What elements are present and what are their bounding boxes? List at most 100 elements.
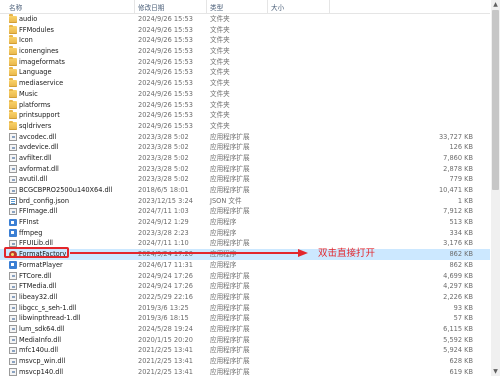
file-date: 2024/9/26 15:53 [138,79,193,88]
dll-icon [9,143,17,152]
file-size: 7,912 KB [443,207,473,216]
file-type: 应用程序扩展 [210,292,250,301]
file-row[interactable]: avformat.dll 2023/3/28 5:02 应用程序扩展 2,878 KB [0,164,490,175]
file-row[interactable]: libwinpthread-1.dll 2019/3/6 18:15 应用程序扩展 5… [0,313,490,324]
file-type: 文件夹 [210,68,230,77]
file-row[interactable]: libeay32.dll 2022/5/29 22:16 应用程序扩展 2,226 K… [0,292,490,303]
folder-row[interactable]: Language 2024/9/26 15:53 文件夹 [0,67,490,78]
column-divider[interactable] [206,0,207,13]
file-row[interactable]: libgcc_s_seh-1.dll 2019/3/6 13:25 应用程序扩展 93… [0,303,490,314]
column-divider[interactable] [134,0,135,13]
file-row[interactable]: brd_config.json 2023/12/15 3:24 JSON 文件 1 K… [0,196,490,207]
file-type: JSON 文件 [210,196,242,205]
exe-icon [9,261,17,269]
file-name: audio [19,15,38,23]
dll-icon [9,207,17,216]
file-date: 2023/3/28 5:02 [138,175,189,184]
file-name: Language [19,68,52,77]
file-name: msvcp140.dll [19,367,64,376]
folder-row[interactable]: sqldrivers 2024/9/26 15:53 文件夹 [0,120,490,132]
file-name: FFModules [19,25,54,34]
file-date: 2024/7/11 1:10 [138,239,189,248]
file-size: 513 KB [449,218,473,227]
file-date: 2024/9/26 15:53 [138,89,193,98]
file-row[interactable]: msvcp140.dll 2021/2/25 13:41 应用程序扩展 619 KB [0,367,490,377]
file-name: avfilter.dll [19,153,52,162]
file-row[interactable]: avcodec.dll 2023/3/28 5:02 应用程序扩展 33,727 KB [0,132,490,143]
file-date: 2021/2/25 13:41 [138,357,193,365]
folder-row[interactable]: imageformats 2024/9/26 15:53 文件夹 [0,56,490,68]
file-date: 2024/9/26 15:53 [138,68,193,77]
column-header-type[interactable]: 类型 [210,2,223,12]
dll-icon [9,282,17,291]
column-header-name[interactable]: 名称 [9,2,22,12]
file-size: 862 KB [449,250,473,259]
file-row[interactable]: FormatFactory 2024/9/24 17:20 应用程序 862 KB [0,249,490,260]
scrollbar-thumb[interactable] [492,10,499,190]
file-row[interactable]: avdevice.dll 2023/3/28 5:02 应用程序扩展 126 KB [0,142,490,153]
file-name: avformat.dll [19,164,59,173]
file-date: 2024/9/24 17:26 [138,271,193,280]
folder-row[interactable]: mediaservice 2024/9/26 15:53 文件夹 [0,78,490,89]
file-row[interactable]: FTMedia.dll 2024/9/24 17:26 应用程序扩展 4,297 KB [0,281,490,292]
folder-row[interactable]: platforms 2024/9/26 15:53 文件夹 [0,99,490,111]
file-type: 应用程序扩展 [210,335,250,344]
file-type: 文件夹 [210,25,230,34]
dll-icon [9,293,17,301]
file-type: 应用程序扩展 [210,239,250,248]
file-row[interactable]: FormatPlayer 2024/6/17 11:31 应用程序 862 KB [0,260,490,271]
file-type: 应用程序扩展 [210,143,250,152]
file-name: Music [19,89,38,98]
folder-icon [9,78,17,88]
file-type: 文件夹 [210,111,230,120]
folder-row[interactable]: Icon 2024/9/26 15:53 文件夹 [0,35,490,46]
folder-icon [9,120,17,130]
file-size: 1 KB [457,196,473,205]
column-header-size[interactable]: 大小 [271,2,284,12]
scroll-down-icon[interactable]: ▼ [491,367,500,376]
file-row[interactable]: avfilter.dll 2023/3/28 5:02 应用程序扩展 7,860 KB [0,153,490,164]
file-size: 7,860 KB [443,153,473,162]
folder-icon [9,67,17,77]
file-size: 628 KB [449,357,473,365]
file-row[interactable]: FFUILib.dll 2024/7/11 1:10 应用程序扩展 3,176 KB [0,238,490,249]
column-divider[interactable] [267,0,268,13]
file-row[interactable]: MediaInfo.dll 2020/1/15 20:20 应用程序扩展 5,592 … [0,335,490,346]
file-date: 2024/9/26 15:53 [138,100,193,109]
file-name: lum_sdk64.dll [19,324,65,333]
file-type: 应用程序扩展 [210,207,250,216]
file-name: avdevice.dll [19,143,59,152]
file-type: 文件夹 [210,100,230,109]
folder-row[interactable]: printsupport 2024/9/26 15:53 文件夹 [0,110,490,121]
file-size: 3,176 KB [443,239,473,248]
file-type: 文件夹 [210,47,230,56]
folder-row[interactable]: audio 2024/9/26 15:53 文件夹 [0,14,490,25]
file-row[interactable]: lum_sdk64.dll 2024/5/28 19:24 应用程序扩展 6,115 … [0,324,490,335]
file-name: libeay32.dll [19,292,58,301]
column-header-date[interactable]: 修改日期 [138,2,164,12]
file-type: 应用程序扩展 [210,175,250,184]
file-date: 2023/12/15 3:24 [138,196,193,205]
folder-row[interactable]: iconengines 2024/9/26 15:53 文件夹 [0,46,490,57]
file-row[interactable]: msvcp_win.dll 2021/2/25 13:41 应用程序扩展 628 KB [0,356,490,367]
file-row[interactable]: FFInst 2024/9/12 1:29 应用程序 513 KB [0,217,490,228]
file-row[interactable]: BCGCBPRO2500u140X64.dll 2018/6/5 18:01 应用程… [0,185,490,196]
dll-icon [9,165,17,173]
file-type: 应用程序 [210,260,237,269]
folder-row[interactable]: Music 2024/9/26 15:53 文件夹 [0,88,490,100]
vertical-scrollbar[interactable]: ▲ ▼ [491,0,500,376]
column-divider[interactable] [329,0,330,13]
file-row[interactable]: mfc140u.dll 2021/2/25 13:41 应用程序扩展 5,924 KB [0,345,490,356]
file-row[interactable]: ffmpeg 2023/3/28 2:23 应用程序 334 KB [0,228,490,239]
folder-row[interactable]: FFModules 2024/9/26 15:53 文件夹 [0,24,490,36]
file-date: 2021/2/25 13:41 [138,346,193,355]
file-row[interactable]: FFImage.dll 2024/7/11 1:03 应用程序扩展 7,912 KB [0,206,490,217]
file-type: 应用程序扩展 [210,324,250,333]
file-date: 2024/9/26 15:53 [138,36,193,45]
dll-icon [9,368,17,376]
scroll-up-icon[interactable]: ▲ [491,0,500,9]
file-row[interactable]: avutil.dll 2023/3/28 5:02 应用程序扩展 779 KB [0,174,490,185]
file-row[interactable]: FTCore.dll 2024/9/24 17:26 应用程序扩展 4,699 KB [0,271,490,282]
file-type: 应用程序扩展 [210,186,250,194]
file-type: 应用程序扩展 [210,164,250,173]
